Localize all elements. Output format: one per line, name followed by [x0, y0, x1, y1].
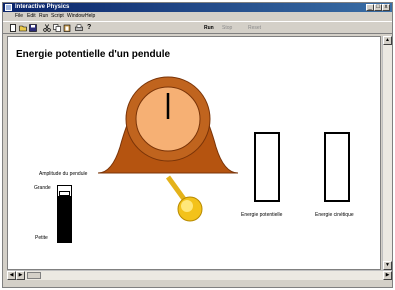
- title-bar[interactable]: Interactive Physics _ □ x: [3, 3, 392, 12]
- help-icon[interactable]: ?: [87, 24, 91, 32]
- close-button[interactable]: x: [382, 4, 390, 11]
- copy-icon[interactable]: [53, 24, 61, 32]
- vertical-scrollbar[interactable]: ▲ ▼: [382, 36, 392, 270]
- menu-script[interactable]: Script: [51, 13, 64, 20]
- window-title: Interactive Physics: [15, 4, 70, 10]
- page-title: Energie potentielle d'un pendule: [16, 49, 171, 60]
- menu-bar: File Edit Run Script Window Help: [3, 12, 392, 21]
- pendulum-clock[interactable]: [98, 63, 238, 223]
- minimize-button[interactable]: _: [366, 4, 374, 11]
- cut-icon[interactable]: [43, 24, 51, 32]
- horizontal-scrollbar[interactable]: ◀ ▶ ▶: [7, 270, 392, 280]
- menu-edit[interactable]: Edit: [27, 13, 36, 20]
- scroll-left-icon[interactable]: ◀: [7, 271, 16, 280]
- kinetic-energy-bar: [324, 132, 350, 202]
- scroll-up-icon[interactable]: ▲: [383, 36, 392, 45]
- app-window: Interactive Physics _ □ x File Edit Run …: [2, 2, 393, 288]
- paste-icon[interactable]: [63, 24, 71, 32]
- scroll-end-icon[interactable]: ▶: [383, 271, 392, 280]
- app-icon: [5, 4, 12, 11]
- run-button[interactable]: Run: [204, 24, 214, 32]
- print-icon[interactable]: [75, 24, 83, 32]
- potential-energy-label: Energie potentielle: [241, 212, 283, 218]
- menu-run[interactable]: Run: [39, 13, 48, 20]
- amplitude-title: Amplitude du pendule: [39, 171, 88, 177]
- amplitude-handle[interactable]: [59, 191, 70, 197]
- amplitude-low-label: Petite: [35, 235, 48, 241]
- kinetic-energy-label: Energie cinétique: [315, 212, 354, 218]
- bob-highlight: [181, 200, 193, 212]
- menu-file[interactable]: File: [15, 13, 23, 20]
- toolbar: ? Run Stop Reset: [3, 21, 392, 34]
- new-icon[interactable]: [9, 24, 17, 32]
- scroll-thumb[interactable]: [27, 272, 41, 279]
- stop-button[interactable]: Stop: [222, 24, 232, 32]
- scroll-right-icon[interactable]: ▶: [16, 271, 25, 280]
- save-icon[interactable]: [29, 24, 37, 32]
- maximize-button[interactable]: □: [374, 4, 382, 11]
- amplitude-high-label: Grande: [34, 185, 51, 191]
- amplitude-slider[interactable]: [57, 185, 72, 243]
- menu-help[interactable]: Help: [85, 13, 95, 20]
- menu-window[interactable]: Window: [67, 13, 85, 20]
- scroll-down-icon[interactable]: ▼: [383, 261, 392, 270]
- open-icon[interactable]: [19, 24, 27, 32]
- reset-button[interactable]: Reset: [248, 24, 261, 32]
- simulation-canvas[interactable]: Energie potentielle d'un pendule Amplitu…: [7, 36, 381, 270]
- potential-energy-bar: [254, 132, 280, 202]
- amplitude-fill: [58, 196, 71, 242]
